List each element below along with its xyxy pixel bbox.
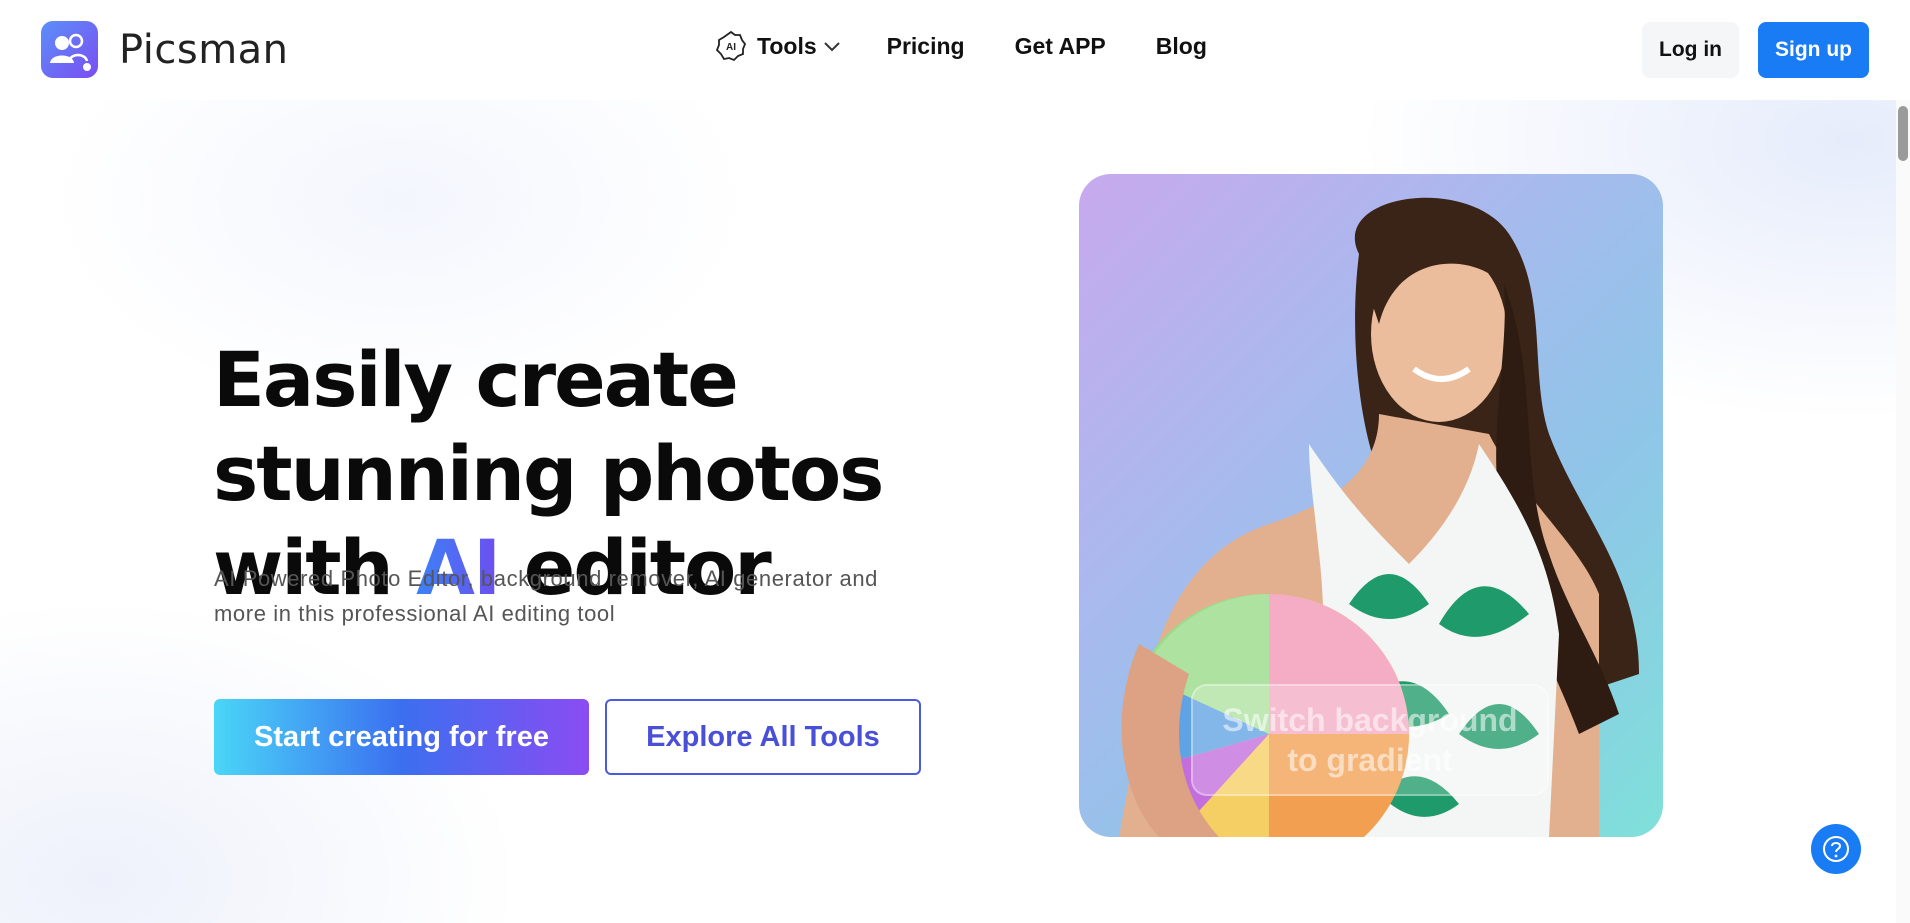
main-nav: AI Tools Pricing Get APP Blog <box>715 30 1257 62</box>
nav-get-app[interactable]: Get APP <box>1015 33 1106 60</box>
nav-tools[interactable]: AI Tools <box>715 30 841 62</box>
headline-line-2: stunning photos <box>213 429 884 518</box>
scrollbar-track[interactable] <box>1896 100 1910 923</box>
switch-background-chip: Switch background to gradient <box>1191 684 1549 796</box>
question-icon <box>1823 836 1849 862</box>
brand-logo[interactable]: Picsman <box>41 21 289 78</box>
headline-line-1: Easily create <box>213 335 739 424</box>
login-button[interactable]: Log in <box>1642 22 1739 78</box>
explore-tools-button[interactable]: Explore All Tools <box>605 699 921 775</box>
chevron-down-icon <box>823 42 840 52</box>
nav-pricing[interactable]: Pricing <box>887 33 965 60</box>
picsman-logo-icon <box>41 21 98 78</box>
svg-text:AI: AI <box>726 42 736 53</box>
nav-tools-label: Tools <box>757 32 817 59</box>
help-button[interactable] <box>1811 824 1861 874</box>
scrollbar-thumb[interactable] <box>1898 106 1908 161</box>
ai-badge-icon: AI <box>715 30 747 62</box>
nav-blog[interactable]: Blog <box>1156 33 1207 60</box>
top-navbar: Picsman AI Tools Pricing Get APP Blog Lo… <box>0 0 1910 100</box>
hero-showcase-image: Switch background to gradient <box>1079 174 1663 837</box>
signup-button[interactable]: Sign up <box>1758 22 1869 78</box>
start-creating-button[interactable]: Start creating for free <box>214 699 589 775</box>
brand-name: Picsman <box>119 26 289 73</box>
hero-subtitle: AI Powered Photo Editor, background remo… <box>214 566 878 626</box>
